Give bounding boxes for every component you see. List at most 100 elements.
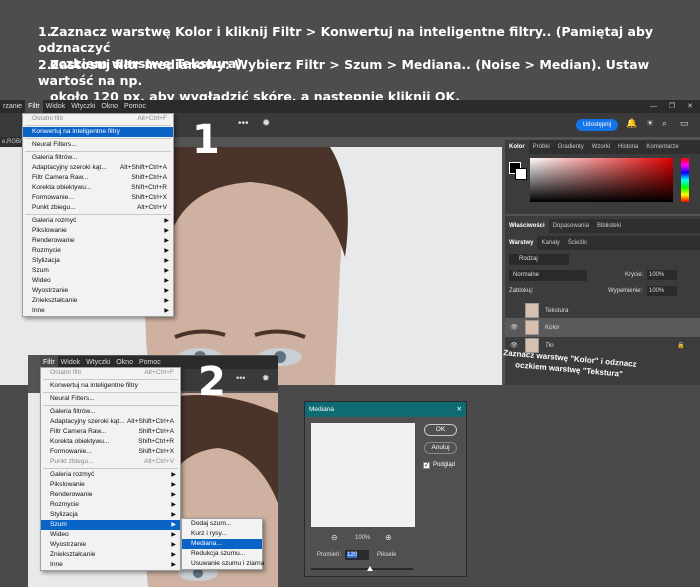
menu-item-distort[interactable]: Zniekształcanie ▶: [41, 550, 180, 560]
radius-slider-track[interactable]: [311, 568, 413, 570]
menu-item-vanishing-point[interactable]: Punkt zbiegu... Alt+Ctrl+V: [41, 457, 180, 467]
gear-icon[interactable]: ✹: [262, 373, 270, 384]
menu-item-last-filter[interactable]: Ostatni filtr Alt+Ctrl+F: [41, 368, 180, 378]
label: Adaptacyjny szeroki kąt...: [32, 164, 107, 171]
close-icon[interactable]: ✕: [684, 100, 696, 113]
opacity-input[interactable]: 100%: [647, 270, 677, 280]
menu-item-camera-raw[interactable]: Filtr Camera Raw... Shift+Ctrl+A: [23, 173, 173, 183]
menu-item-median[interactable]: Mediana...: [182, 539, 262, 549]
tab-properties[interactable]: Właściwości: [505, 219, 549, 233]
zoom-out-icon[interactable]: ⊖: [331, 533, 338, 542]
menu-item-neural-filters[interactable]: Neural Filters...: [41, 394, 180, 404]
tab-swatches[interactable]: Próbki: [529, 140, 554, 154]
menu-item-neural-filters[interactable]: Neural Filters...: [23, 140, 173, 150]
label: Wideo: [32, 277, 51, 284]
cancel-button[interactable]: Anuluj: [424, 442, 457, 454]
menu-item-lens-correction[interactable]: Korekta obiektywu... Shift+Ctrl+R: [23, 183, 173, 193]
tab-patterns[interactable]: Wzorki: [588, 140, 614, 154]
menu-help[interactable]: Pomoc: [121, 100, 149, 113]
radius-slider-handle[interactable]: [367, 566, 373, 571]
tab-comments[interactable]: Komentarze: [642, 140, 682, 154]
menu-item-liquify[interactable]: Formowanie... Shift+Ctrl+X: [23, 193, 173, 203]
bell-icon[interactable]: 🔔: [626, 118, 637, 129]
menu-item-noise[interactable]: Szum ▶: [23, 266, 173, 276]
preview-area[interactable]: [311, 423, 415, 527]
tab-gradients[interactable]: Gradienty: [554, 140, 588, 154]
tab-adjustments[interactable]: Dopasowania: [549, 219, 593, 233]
menu-item-blur[interactable]: Rozmycie ▶: [41, 500, 180, 510]
menu-item-last-filter[interactable]: Ostatni filtr Alt+Ctrl+F: [23, 114, 173, 124]
workspace-icon[interactable]: ▭: [680, 118, 689, 129]
menu-plugins[interactable]: Wtyczki: [68, 100, 98, 113]
label: Pikslowanie: [32, 227, 67, 234]
menu-item-add-noise[interactable]: Dodaj szum...: [182, 519, 262, 529]
menu-item-blur-gallery[interactable]: Galeria rozmyć ▶: [23, 216, 173, 226]
tab-libraries[interactable]: Biblioteki: [593, 219, 625, 233]
zoom-in-icon[interactable]: ⊕: [385, 533, 392, 542]
eye-icon[interactable]: 👁: [510, 318, 518, 337]
menu-item-despeckle[interactable]: Usuwanie szumu i ziarna: [182, 559, 264, 569]
hue-slider[interactable]: [681, 158, 689, 202]
share-button[interactable]: Udostępnij: [576, 119, 618, 131]
tab-layers[interactable]: Warstwy: [505, 236, 538, 250]
tab-history[interactable]: Historia: [614, 140, 642, 154]
menu-item-video[interactable]: Wideo ▶: [41, 530, 180, 540]
tab-paths[interactable]: Ścieżki: [564, 236, 591, 250]
tab-channels[interactable]: Kanały: [537, 236, 563, 250]
fill-input[interactable]: 100%: [647, 286, 677, 296]
lock-icon: 🔒: [677, 342, 685, 349]
menu-item-pixelate[interactable]: Pikslowanie ▶: [41, 480, 180, 490]
menu-item-sharpen[interactable]: Wyostrzanie ▶: [41, 540, 180, 550]
menu-item-pixelate[interactable]: Pikslowanie ▶: [23, 226, 173, 236]
minimize-icon[interactable]: —: [647, 100, 660, 113]
shortcut: Alt+Ctrl+V: [143, 458, 174, 465]
menu-item-distort[interactable]: Zniekształcanie ▶: [23, 296, 173, 306]
menu-item-camera-raw[interactable]: Filtr Camera Raw... Shift+Ctrl+A: [41, 427, 180, 437]
menu-item-blur[interactable]: Rozmycie ▶: [23, 246, 173, 256]
filter-kind-select[interactable]: Rodzaj: [509, 254, 569, 265]
menu-item-noise[interactable]: Szum ▶: [41, 520, 180, 530]
close-icon[interactable]: ✕: [457, 402, 462, 417]
menu-item-stylize[interactable]: Stylizacja ▶: [41, 510, 180, 520]
menu-item-stylize[interactable]: Stylizacja ▶: [23, 256, 173, 266]
radius-input[interactable]: 120: [345, 550, 369, 560]
menu-item-adaptive-wide-angle[interactable]: Adaptacyjny szeroki kąt... Alt+Shift+Ctrl…: [41, 417, 180, 427]
menu-item-adaptive-wide-angle[interactable]: Adaptacyjny szeroki kąt... Alt+Shift+Ctrl…: [23, 163, 173, 173]
menu-item-reduce-noise[interactable]: Redukcja szumu...: [182, 549, 262, 559]
menu-window[interactable]: Okno: [98, 100, 121, 113]
search-icon[interactable]: ⌕: [662, 118, 667, 129]
menu-item-dust-scratches[interactable]: Kurz i rysy...: [182, 529, 262, 539]
menu-filter[interactable]: Filtr: [25, 100, 43, 113]
menu-item-filter-gallery[interactable]: Galeria filtrów...: [23, 153, 173, 163]
maximize-icon[interactable]: ❐: [666, 100, 678, 113]
menu-item-convert-smart-filters[interactable]: Konwertuj na inteligentne filtry: [41, 381, 180, 391]
menu-item-render[interactable]: Renderowanie ▶: [23, 236, 173, 246]
tab-color[interactable]: Kolor: [505, 140, 529, 154]
more-options-icon[interactable]: •••: [238, 118, 249, 129]
menu-image[interactable]: rzanie: [0, 100, 25, 113]
menu-item-vanishing-point[interactable]: Punkt zbiegu... Alt+Ctrl+V: [23, 203, 173, 213]
label: Zniekształcanie: [32, 297, 78, 304]
menu-view[interactable]: Widok: [43, 100, 68, 113]
menu-item-other[interactable]: Inne ▶: [41, 560, 180, 570]
menu-item-other[interactable]: Inne ▶: [23, 306, 173, 316]
label: Szum: [50, 521, 67, 528]
menu-item-blur-gallery[interactable]: Galeria rozmyć ▶: [41, 470, 180, 480]
background-swatch[interactable]: [515, 168, 527, 180]
preview-checkbox[interactable]: ✓: [423, 462, 430, 469]
gear-icon[interactable]: ✹: [262, 118, 270, 129]
lightbulb-icon[interactable]: ☀: [646, 118, 654, 129]
menu-item-filter-gallery[interactable]: Galeria filtrów...: [41, 407, 180, 417]
color-picker-field[interactable]: [530, 158, 673, 202]
label: Mediana...: [191, 540, 222, 547]
menu-item-lens-correction[interactable]: Korekta obiektywu... Shift+Ctrl+R: [41, 437, 180, 447]
blend-mode-select[interactable]: Normalne: [509, 270, 587, 281]
more-options-icon[interactable]: •••: [236, 373, 245, 383]
menu-item-liquify[interactable]: Formowanie... Shift+Ctrl+X: [41, 447, 180, 457]
menu-item-sharpen[interactable]: Wyostrzanie ▶: [23, 286, 173, 296]
menu-item-video[interactable]: Wideo ▶: [23, 276, 173, 286]
menu-item-convert-smart-filters[interactable]: Konwertuj na inteligentne filtry: [23, 127, 173, 137]
layer-row-color[interactable]: 👁 Kolor: [505, 318, 700, 337]
ok-button[interactable]: OK: [424, 424, 457, 436]
menu-item-render[interactable]: Renderowanie ▶: [41, 490, 180, 500]
